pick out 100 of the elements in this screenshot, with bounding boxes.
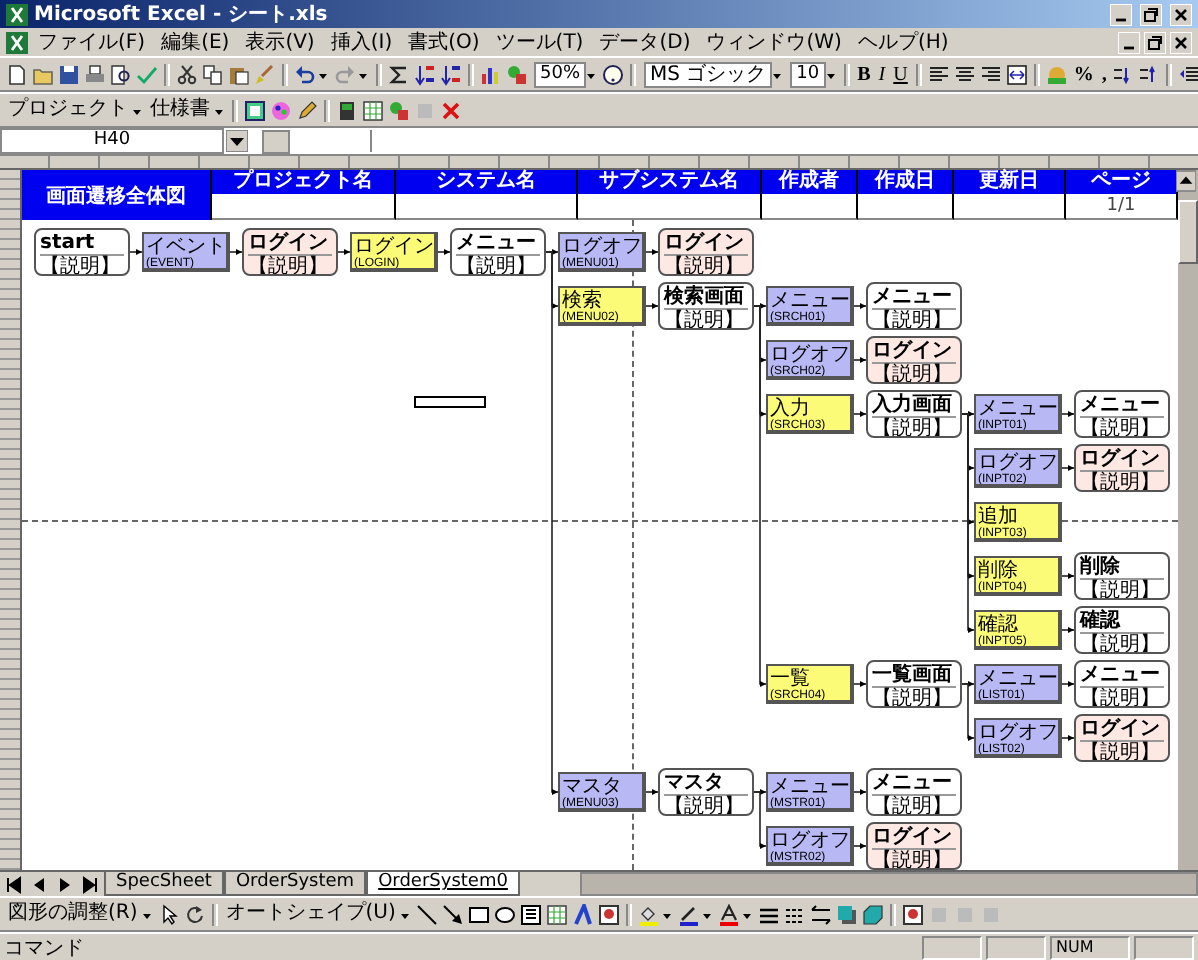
font-name-field[interactable]: MS ゴシック xyxy=(644,61,773,87)
toolbar-menu[interactable]: 図形の調整(R) xyxy=(4,902,142,926)
vertical-scrollbar[interactable] xyxy=(1178,170,1198,870)
fill-color-icon[interactable] xyxy=(637,903,660,925)
palette-icon[interactable] xyxy=(270,99,292,121)
node-note: 【説明】 xyxy=(1080,472,1162,490)
close-icon[interactable] xyxy=(1170,3,1192,25)
align-left-icon[interactable] xyxy=(927,63,950,85)
printer-icon[interactable] xyxy=(84,63,106,85)
sigma-icon[interactable] xyxy=(388,63,410,85)
delete-icon[interactable] xyxy=(440,99,462,121)
node-note: 【説明】 xyxy=(872,850,954,868)
cut-icon[interactable] xyxy=(176,63,198,85)
rotate-icon[interactable] xyxy=(183,903,206,925)
first-sheet-icon[interactable] xyxy=(2,873,24,895)
font-style-button[interactable]: B xyxy=(853,63,875,85)
table-icon[interactable] xyxy=(362,99,384,121)
copy-icon[interactable] xyxy=(202,63,224,85)
menu-item[interactable]: 編集(E) xyxy=(153,29,238,55)
font-color-icon[interactable] xyxy=(717,903,740,925)
menu-item[interactable]: ヘルプ(H) xyxy=(849,29,957,55)
pencil-icon[interactable] xyxy=(296,99,318,121)
align-right-icon[interactable] xyxy=(979,63,1002,85)
font-style-button[interactable]: I xyxy=(874,63,890,85)
node-title: ログイン xyxy=(1080,718,1164,742)
rectangle-shape[interactable] xyxy=(414,396,486,408)
number-format-button[interactable]: , xyxy=(1097,63,1111,85)
ellipse-icon[interactable] xyxy=(493,903,516,925)
node-label: 追加 xyxy=(978,506,1018,528)
menu-item[interactable]: ファイル(F) xyxy=(30,29,154,55)
scrollbar-thumb[interactable] xyxy=(1178,200,1198,264)
checkmark-icon[interactable] xyxy=(136,63,158,85)
node-label: ログオフ xyxy=(770,830,848,852)
font-size-field[interactable]: 10 xyxy=(790,61,826,87)
node-note: 【説明】 xyxy=(1080,688,1162,706)
line-color-icon[interactable] xyxy=(677,903,700,925)
close-icon[interactable] xyxy=(1170,31,1192,53)
node-label: 一覧 xyxy=(770,668,810,690)
sort-ascending-icon[interactable] xyxy=(414,63,436,85)
menu-item[interactable]: 表示(V) xyxy=(237,29,323,55)
horizontal-scrollbar[interactable] xyxy=(579,872,1198,896)
paste-icon[interactable] xyxy=(228,63,250,85)
toolbar-menu[interactable]: 仕様書 xyxy=(146,98,214,122)
node-note: 【説明】 xyxy=(1080,580,1162,598)
minimize-icon[interactable] xyxy=(1110,3,1132,25)
name-box-dropdown-icon[interactable] xyxy=(226,130,248,152)
sheet-tab[interactable]: SpecSheet xyxy=(104,872,224,896)
scroll-up-icon[interactable] xyxy=(1176,170,1196,192)
connector-arrow xyxy=(229,248,243,256)
menu-item[interactable]: ツール(T) xyxy=(487,29,592,55)
node-label: ログオフ xyxy=(978,452,1056,474)
name-box[interactable]: H40 xyxy=(0,128,224,154)
spreadsheet-app-icon xyxy=(6,3,28,25)
3d-icon[interactable] xyxy=(861,903,884,925)
increase-decimal-icon[interactable] xyxy=(1112,63,1135,85)
line-icon[interactable] xyxy=(415,903,438,925)
toolbar-menu[interactable]: オートシェイプ(U) xyxy=(221,902,400,926)
sheet-tab[interactable]: OrderSystem0 xyxy=(366,872,520,896)
node-title: メニュー xyxy=(872,772,956,796)
toolbar-menu[interactable]: プロジェクト xyxy=(4,98,132,122)
node-label: ログオフ xyxy=(978,722,1056,744)
sort-descending-icon[interactable] xyxy=(440,63,462,85)
shapes-icon[interactable] xyxy=(506,63,528,85)
menu-item[interactable]: 書式(O) xyxy=(400,29,488,55)
align-center-icon[interactable] xyxy=(953,63,976,85)
shadow-icon[interactable] xyxy=(835,903,858,925)
restore-icon[interactable] xyxy=(1144,31,1166,53)
sheet-tab[interactable]: OrderSystem xyxy=(223,872,367,896)
connector-arrow xyxy=(1061,572,1075,580)
last-sheet-icon[interactable] xyxy=(80,873,102,895)
text-box-icon[interactable] xyxy=(519,903,542,925)
connector-arrow xyxy=(853,410,867,418)
print-preview-icon[interactable] xyxy=(110,63,132,85)
menu-item[interactable]: データ(D) xyxy=(591,29,699,55)
outdent-icon[interactable] xyxy=(1178,63,1198,85)
dash-style-icon[interactable] xyxy=(783,903,806,925)
minimize-icon[interactable] xyxy=(1118,31,1140,53)
table-icon[interactable] xyxy=(545,903,568,925)
workbook-icon[interactable] xyxy=(6,31,28,53)
merge-cells-icon[interactable] xyxy=(1005,63,1028,85)
zoom-field[interactable]: 50% xyxy=(534,61,587,87)
header-label-cell: システム名 xyxy=(395,170,579,194)
node-label: ログイン xyxy=(354,236,432,258)
number-format-button[interactable]: % xyxy=(1069,63,1098,85)
connector-arrow xyxy=(1061,410,1075,418)
new-file-icon[interactable] xyxy=(6,63,28,85)
pointer-icon[interactable] xyxy=(157,903,180,925)
decrease-decimal-icon[interactable] xyxy=(1138,63,1161,85)
line-style-icon[interactable] xyxy=(757,903,780,925)
restore-icon[interactable] xyxy=(1140,3,1162,25)
rectangle-icon[interactable] xyxy=(467,903,490,925)
font-style-button[interactable]: U xyxy=(889,63,912,85)
menu-item[interactable]: 挿入(I) xyxy=(322,29,401,55)
menu-item[interactable]: ウィンドウ(W) xyxy=(698,29,850,55)
save-icon[interactable] xyxy=(58,63,80,85)
node-title: ログイン xyxy=(248,232,332,256)
arrow-style-icon[interactable] xyxy=(809,903,832,925)
undo-icon[interactable] xyxy=(294,63,316,85)
arrow-icon[interactable] xyxy=(441,903,464,925)
window-title: Microsoft Excel - シート.xls xyxy=(34,2,328,28)
